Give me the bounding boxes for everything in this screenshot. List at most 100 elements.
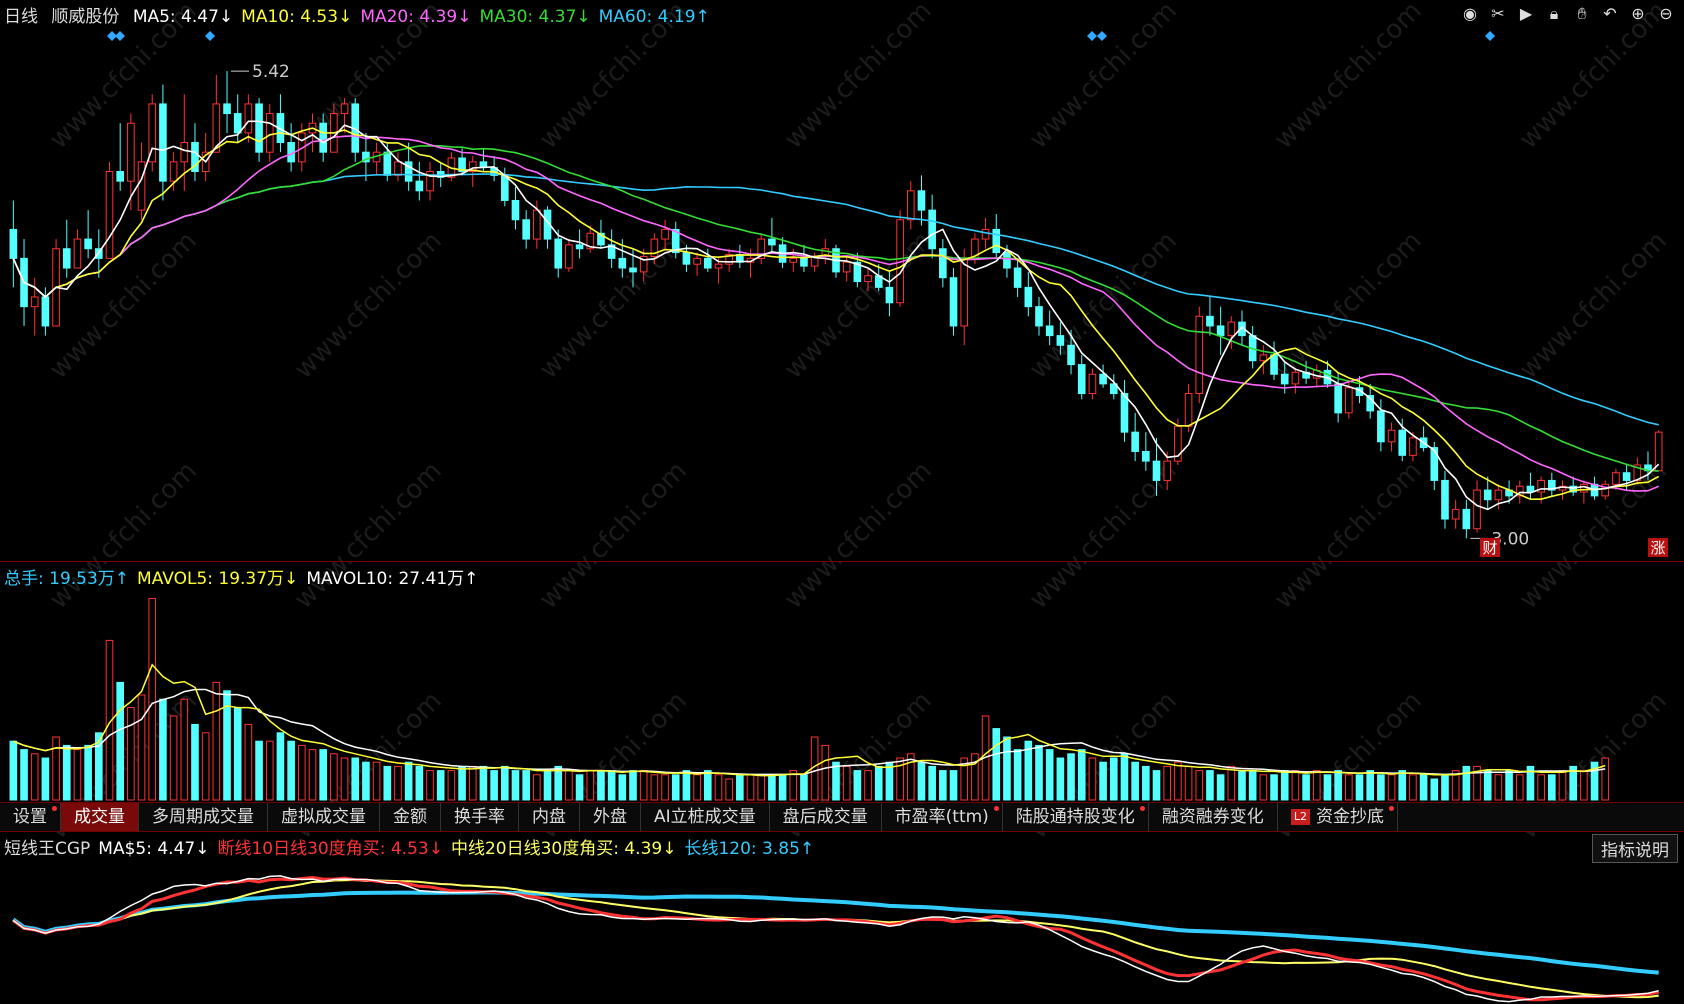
tab-1[interactable]: 成交量 <box>61 803 139 831</box>
volume-bar <box>618 774 627 801</box>
candle-body <box>511 199 520 221</box>
watermark-text: www.cfchi.com <box>1514 456 1673 615</box>
zoom-in-icon[interactable]: ⊕ <box>1626 2 1650 26</box>
candle-body <box>1473 489 1481 530</box>
tab-4[interactable]: 金额 <box>380 803 441 831</box>
candle-body <box>383 151 392 176</box>
volume-header: 总手: 19.53万↑ MAVOL5: 19.37万↓ MAVOL10: 27.41… <box>4 564 486 589</box>
volume-bar <box>479 765 488 801</box>
candle-body <box>340 103 349 115</box>
candle-body <box>169 161 178 182</box>
tab-3[interactable]: 虚拟成交量 <box>268 803 380 831</box>
volume-bar <box>949 770 958 801</box>
candle-body <box>917 190 926 211</box>
tab-7[interactable]: 外盘 <box>580 803 641 831</box>
volume-bar <box>1259 774 1268 801</box>
volume-bar <box>533 774 541 801</box>
volume-bar <box>1601 757 1610 801</box>
candle-body <box>30 296 39 308</box>
candle-body <box>1088 373 1097 395</box>
volume-bar <box>436 770 445 801</box>
volume-bar <box>842 765 851 801</box>
indicator-explain-button[interactable]: 指标说明 <box>1592 834 1678 863</box>
zoom-out-icon[interactable]: ⊖ <box>1654 2 1678 26</box>
volume-bar <box>1387 774 1396 801</box>
tab-11[interactable]: 陆股通持股变化 <box>1003 803 1149 831</box>
volume-bar <box>1248 770 1257 801</box>
candle-body <box>1334 383 1342 414</box>
candle-body <box>1430 447 1439 481</box>
lock-icon[interactable]: 🔒︎ <box>1542 2 1566 26</box>
tab-8[interactable]: AI立桩成交量 <box>641 803 770 831</box>
volume-bar <box>1120 753 1129 801</box>
volume-bar <box>522 770 530 801</box>
short-10-line <box>12 875 1659 1002</box>
candle-body <box>1227 321 1236 337</box>
period-label[interactable]: 日线 <box>4 7 38 27</box>
watermark-text: www.cfchi.com <box>1269 0 1428 155</box>
tab-13[interactable]: L2 资金抄底 <box>1278 803 1398 831</box>
undo-icon[interactable]: ↶ <box>1598 2 1622 26</box>
tab-5[interactable]: 换手率 <box>441 803 519 831</box>
candle-body <box>789 257 798 263</box>
volume-bar <box>351 757 360 801</box>
tab-2[interactable]: 多周期成交量 <box>139 803 268 831</box>
eye-icon[interactable]: ◉ <box>1458 2 1482 26</box>
volume-bar <box>1430 778 1439 801</box>
tab-label: 外盘 <box>593 807 627 827</box>
cai-marker: 财 <box>1482 539 1497 557</box>
candle-body <box>9 228 18 259</box>
tab-12[interactable]: 融资融券变化 <box>1149 803 1278 831</box>
volume-bar <box>276 732 285 801</box>
tab-dot <box>1139 806 1145 811</box>
volume-bar <box>73 749 82 801</box>
watermark-text: www.cfchi.com <box>44 456 203 615</box>
volume-bar <box>404 761 413 801</box>
volume-bar <box>1409 774 1417 801</box>
tab-9[interactable]: 盘后成交量 <box>770 803 882 831</box>
candle-body <box>1441 479 1449 520</box>
hand-icon[interactable]: ✋︎ <box>1570 2 1594 26</box>
tab-label: 虚拟成交量 <box>281 807 366 827</box>
volume-bar <box>9 740 18 801</box>
scissors-icon[interactable]: ✂ <box>1486 2 1510 26</box>
candle-body <box>1612 472 1620 485</box>
play-icon[interactable]: ▶ <box>1514 2 1538 26</box>
volume-bar <box>661 774 669 801</box>
candle-body <box>1270 354 1278 375</box>
watermark-text: www.cfchi.com <box>1024 226 1183 385</box>
volume-bar <box>169 715 178 801</box>
event-diamond-icon <box>1087 31 1097 41</box>
candle-body <box>1120 393 1129 433</box>
tab-0[interactable]: 设置 <box>0 803 61 831</box>
volume-bar <box>917 761 926 801</box>
volume-bar <box>201 732 210 801</box>
volume-bar <box>1345 774 1353 801</box>
candle-body <box>73 238 82 269</box>
tab-label: 资金抄底 <box>1315 807 1384 827</box>
tab-10[interactable]: 市盈率(ttm) <box>882 803 1003 831</box>
volume-bar <box>468 765 477 801</box>
tab-6[interactable]: 内盘 <box>519 803 580 831</box>
volume-bar <box>383 765 392 801</box>
candle-body <box>949 277 958 327</box>
volume-bar <box>1238 770 1246 801</box>
volume-bar <box>511 770 520 801</box>
candle-body <box>618 257 627 269</box>
volume-bar <box>1216 774 1225 801</box>
candle-body <box>1345 387 1353 414</box>
tab-label: 融资融券变化 <box>1161 807 1264 827</box>
ma60-line <box>12 173 1659 426</box>
tab-dot <box>1388 806 1394 811</box>
tab-label: 设置 <box>13 807 47 827</box>
volume-bar <box>1558 770 1567 801</box>
candle-body <box>1099 373 1107 385</box>
ma-label-1: MA10: 4.53↓ <box>241 7 353 27</box>
volume-bar <box>575 774 584 801</box>
candle-body <box>522 219 530 240</box>
tab-label: 盘后成交量 <box>782 807 868 827</box>
indicator-label-1: MA$5: 4.47↓ <box>98 839 210 859</box>
candle-body <box>693 257 701 265</box>
volume-bar <box>41 757 50 801</box>
volume-bar <box>1462 765 1471 801</box>
